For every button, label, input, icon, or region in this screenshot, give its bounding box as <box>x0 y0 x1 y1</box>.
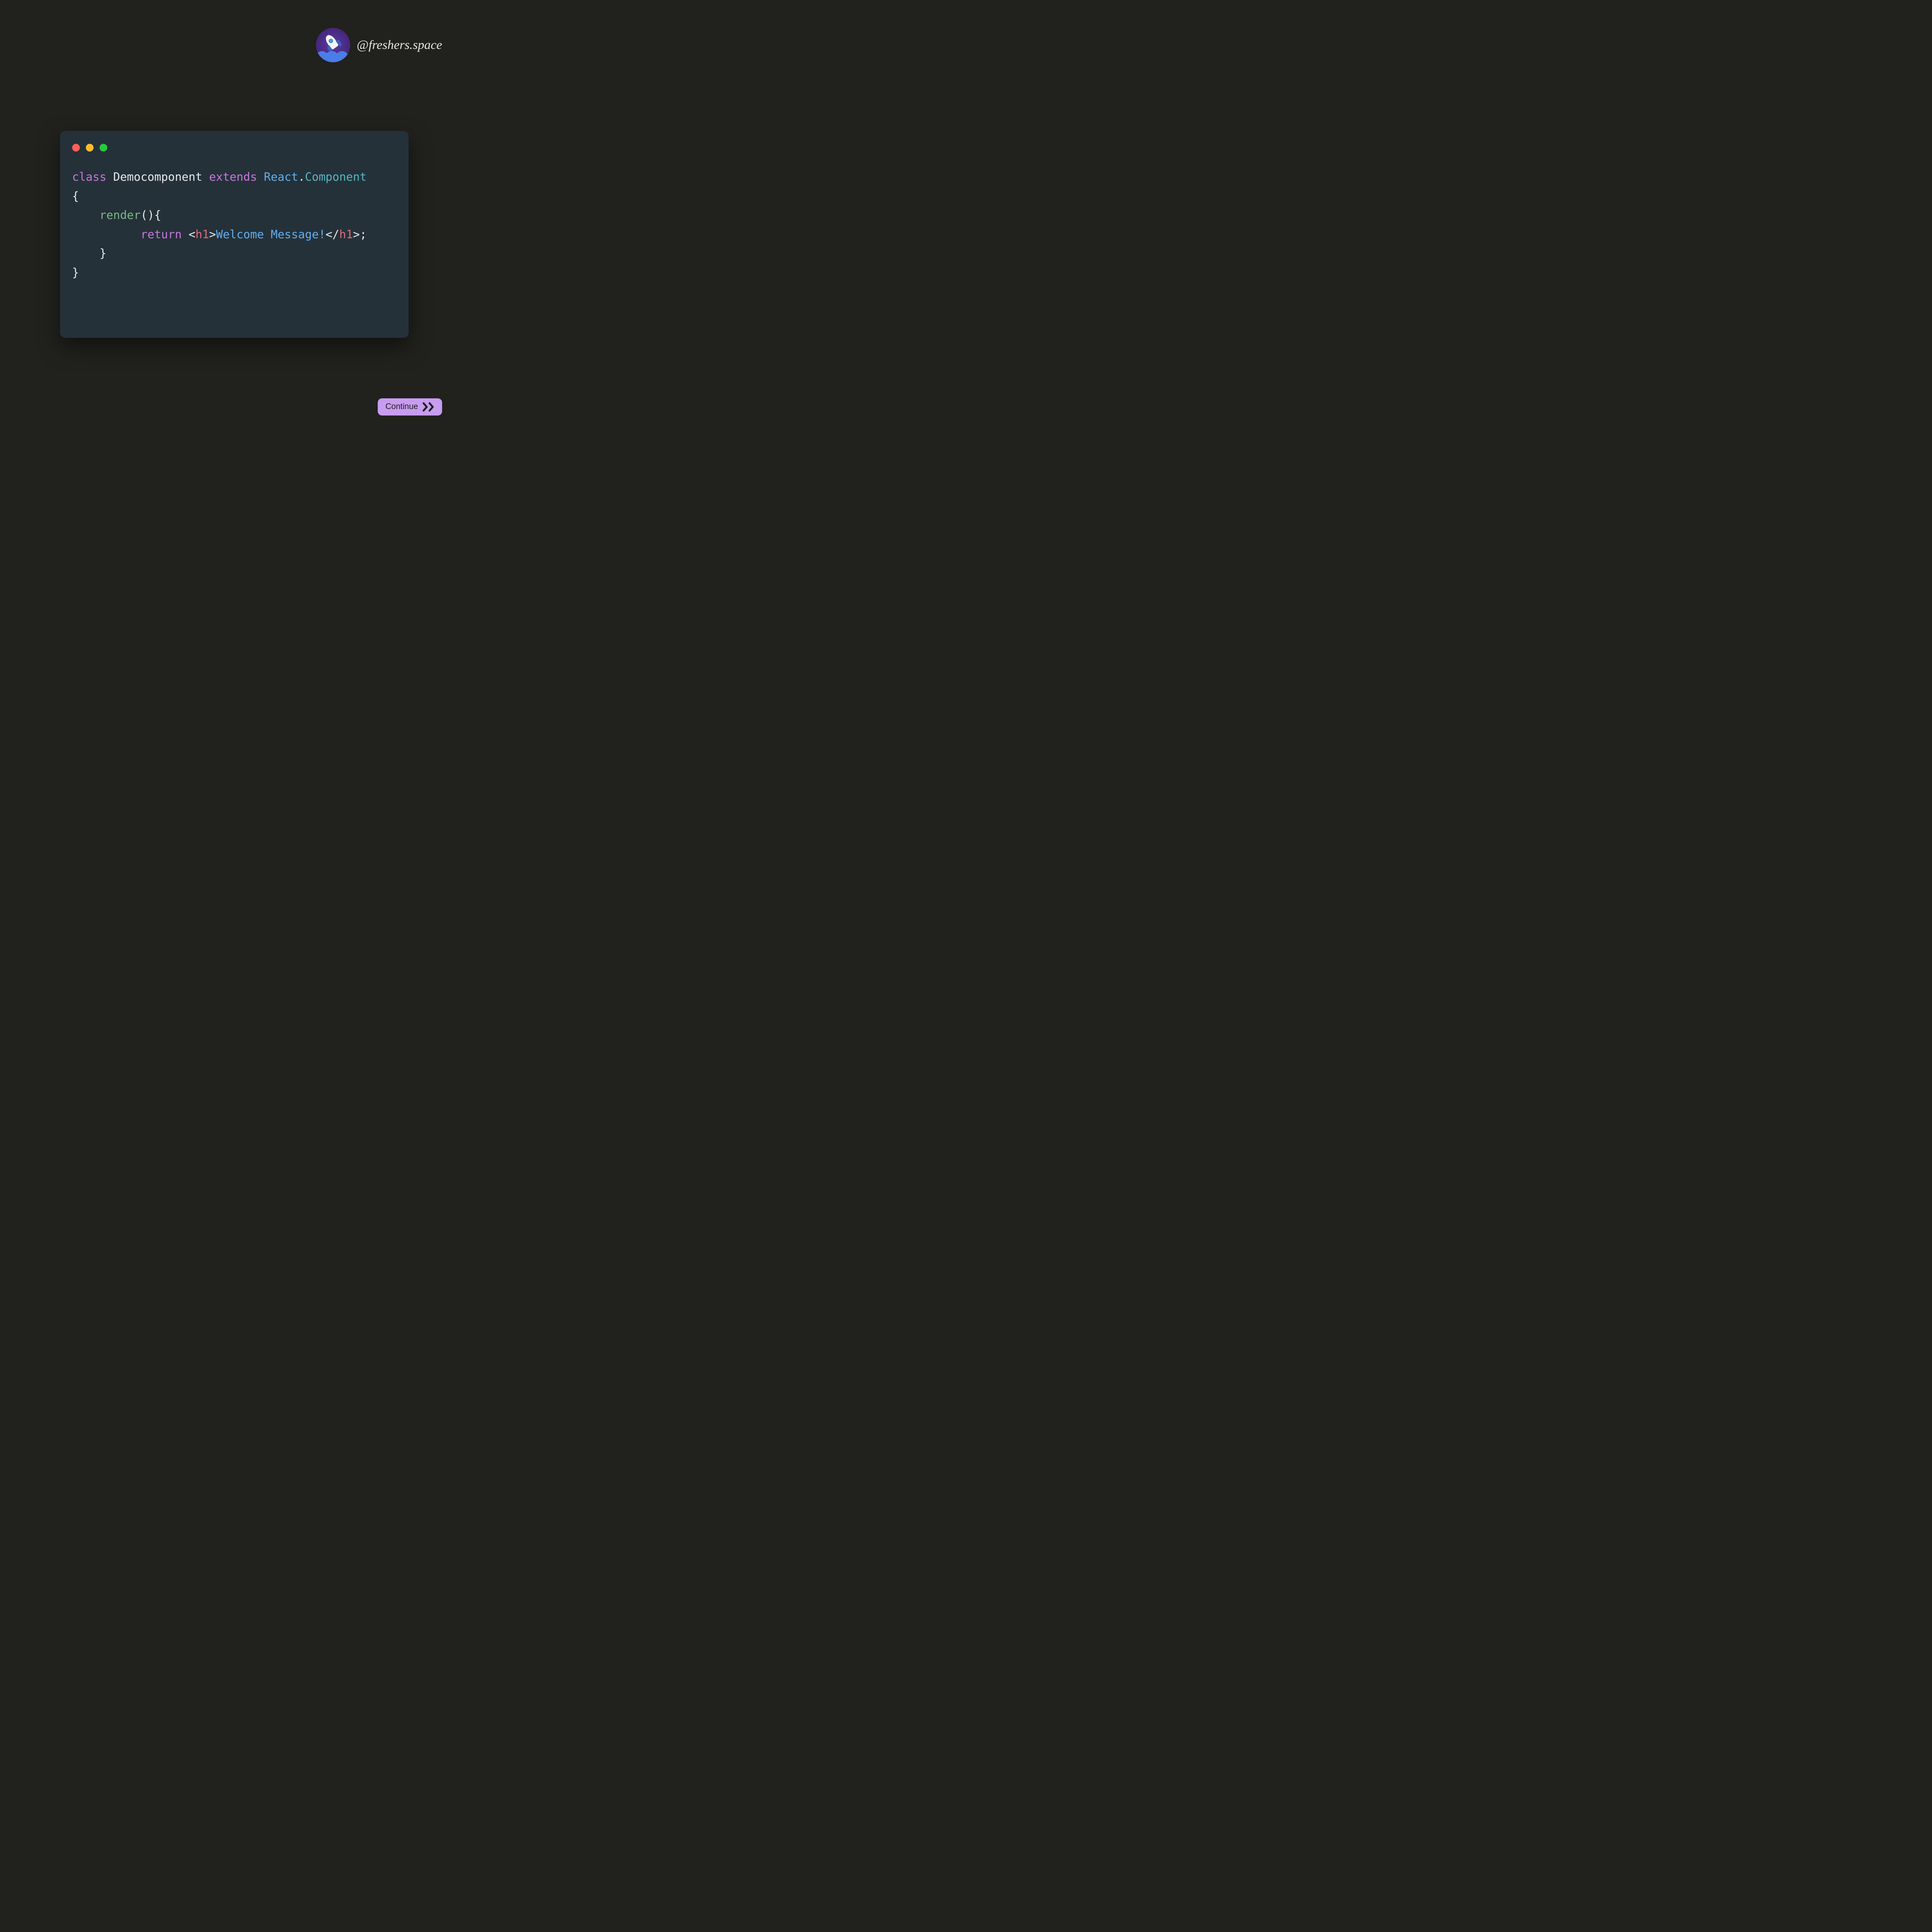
account-handle: @freshers.space <box>357 38 442 52</box>
code-block: class Democomponent extends React.Compon… <box>72 168 397 282</box>
avatar <box>316 28 350 62</box>
indent <box>72 247 100 260</box>
tag-close-lt: </ <box>325 228 339 241</box>
method-render: render <box>100 209 141 222</box>
tag-close-gt: > <box>353 228 360 241</box>
jsx-text: Welcome Message! <box>216 228 325 241</box>
component-class: Component <box>305 170 367 184</box>
keyword-return: return <box>141 228 182 241</box>
window-close-icon <box>72 144 80 152</box>
code-window: class Democomponent extends React.Compon… <box>60 131 409 338</box>
tag-gt: > <box>209 228 216 241</box>
brace-open: { <box>72 190 79 203</box>
tag-name-close: h1 <box>339 228 353 241</box>
window-maximize-icon <box>100 144 107 152</box>
keyword-extends: extends <box>209 170 257 184</box>
indent <box>72 209 100 222</box>
chevron-right-icon <box>422 401 435 412</box>
brace-close-outer: } <box>72 266 79 279</box>
keyword-class: class <box>72 170 106 184</box>
indent <box>72 228 141 241</box>
tag-lt: < <box>188 228 195 241</box>
tag-name-open: h1 <box>195 228 209 241</box>
react-namespace: React <box>264 170 298 184</box>
cloud-icon <box>316 49 350 62</box>
dot-operator: . <box>298 170 305 184</box>
semicolon: ; <box>360 228 367 241</box>
window-minimize-icon <box>86 144 94 152</box>
parens-brace: (){ <box>141 209 161 222</box>
brace-close-inner: } <box>100 247 106 260</box>
header: @freshers.space <box>316 28 442 62</box>
traffic-lights <box>72 144 397 152</box>
continue-label: Continue <box>385 402 418 412</box>
class-name: Democomponent <box>113 170 202 184</box>
continue-button[interactable]: Continue <box>378 398 442 416</box>
